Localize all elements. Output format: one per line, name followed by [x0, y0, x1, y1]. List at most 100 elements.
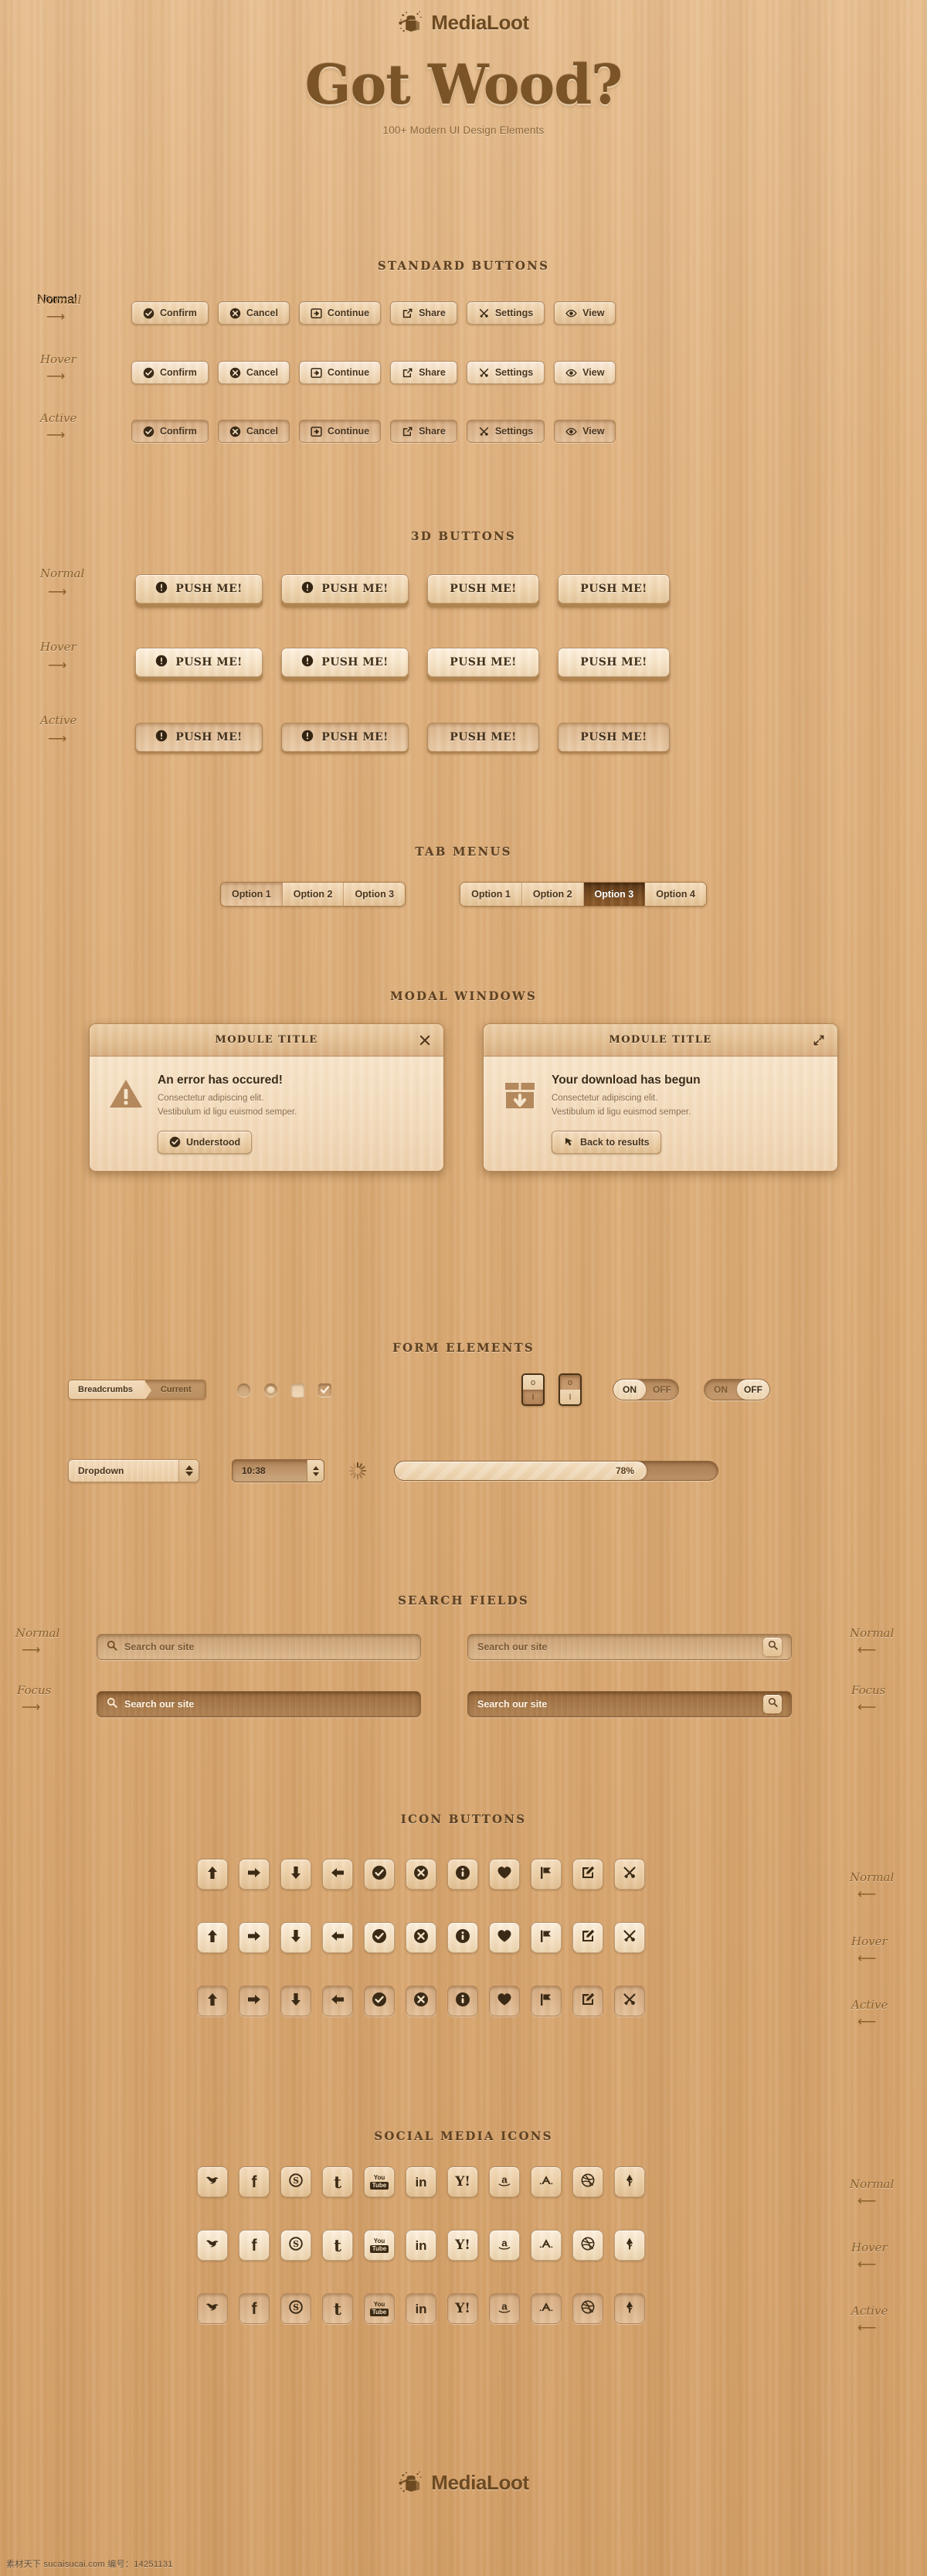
tumblr-icon-button-active[interactable]: t [322, 2293, 353, 2324]
linkedin-icon-button[interactable]: in [406, 2166, 436, 2197]
radio-unchecked[interactable] [236, 1383, 250, 1397]
rocker-switch-up[interactable]: o I [521, 1373, 545, 1406]
push-me-button-3-hover[interactable]: PUSH ME! [427, 648, 539, 677]
arrow-left-icon-button[interactable] [322, 1859, 353, 1890]
confirm-button-hover[interactable]: Confirm [131, 361, 209, 384]
appstore-icon-button[interactable] [531, 2166, 562, 2197]
cancel-button-hover[interactable]: Cancel [217, 361, 290, 384]
twitter-icon-button[interactable] [197, 2166, 228, 2197]
amazon-icon-button-active[interactable]: a [489, 2293, 520, 2324]
search-input-focus-with-button[interactable]: Search our site [467, 1691, 792, 1717]
push-me-button-1-hover[interactable]: PUSH ME! [135, 648, 263, 677]
tab-option-4[interactable]: Option 4 [645, 883, 706, 906]
push-me-button-1[interactable]: PUSH ME! [135, 574, 263, 604]
tools-cross-icon-button-active[interactable] [614, 1986, 645, 2016]
youtube-icon-button-active[interactable]: You Tube [364, 2293, 395, 2324]
arrow-right-icon-button-active[interactable] [239, 1986, 270, 2016]
share-button-hover[interactable]: Share [390, 361, 457, 384]
push-me-button-4-hover[interactable]: PUSH ME! [558, 648, 670, 677]
arrow-left-icon-button-active[interactable] [322, 1986, 353, 2016]
time-input[interactable]: 10:38 [232, 1459, 324, 1482]
info-circle-icon-button-hover[interactable] [447, 1922, 478, 1953]
tab-option-2[interactable]: Option 2 [522, 883, 584, 906]
arrow-up-icon-button[interactable] [197, 1859, 228, 1890]
check-circle-icon-button-active[interactable] [364, 1986, 395, 2016]
breadcrumb-item[interactable]: Breadcrumbs [69, 1380, 151, 1399]
skype-icon-button-active[interactable]: S [280, 2293, 311, 2324]
toggle-switch-off[interactable]: ON OFF [704, 1379, 770, 1400]
settings-button-active[interactable]: Settings [466, 420, 545, 443]
arrow-right-icon-button[interactable] [239, 1859, 270, 1890]
arrow-down-icon-button-hover[interactable] [280, 1922, 311, 1953]
check-circle-icon-button-hover[interactable] [364, 1922, 395, 1953]
push-me-button-1-active[interactable]: PUSH ME! [135, 723, 263, 752]
edit-pencil-icon-button-active[interactable] [572, 1986, 603, 2016]
arrow-left-icon-button-hover[interactable] [322, 1922, 353, 1953]
yahoo-icon-button[interactable]: Y! [447, 2166, 478, 2197]
push-me-button-2[interactable]: PUSH ME! [281, 574, 409, 604]
back-to-results-button[interactable]: Back to results [552, 1130, 661, 1154]
tab-option-3-selected[interactable]: Option 3 [584, 883, 646, 906]
confirm-button-active[interactable]: Confirm [131, 420, 209, 443]
dropdown-stepper-arrows[interactable] [178, 1460, 199, 1482]
facebook-icon-button[interactable]: f [239, 2166, 270, 2197]
edit-pencil-icon-button[interactable] [572, 1859, 603, 1890]
appstore-icon-button-hover[interactable] [531, 2230, 562, 2261]
push-me-button-4-active[interactable]: PUSH ME! [558, 723, 670, 752]
checkbox-checked[interactable] [317, 1383, 331, 1397]
confirm-button[interactable]: Confirm [131, 301, 209, 325]
search-submit-button[interactable] [763, 1695, 782, 1713]
edit-pencil-icon-button-hover[interactable] [572, 1922, 603, 1953]
tumblr-icon-button[interactable]: t [322, 2166, 353, 2197]
push-me-button-3-active[interactable]: PUSH ME! [427, 723, 539, 752]
info-circle-icon-button-active[interactable] [447, 1986, 478, 2016]
x-circle-icon-button-hover[interactable] [406, 1922, 436, 1953]
tab-option-1[interactable]: Option 1 [221, 883, 283, 906]
share-button-active[interactable]: Share [390, 420, 457, 443]
skype-icon-button[interactable]: S [280, 2166, 311, 2197]
yahoo-icon-button-hover[interactable]: Y! [447, 2230, 478, 2261]
cancel-button-active[interactable]: Cancel [217, 420, 290, 443]
tab-option-1[interactable]: Option 1 [460, 883, 522, 906]
dropdown-select[interactable]: Dropdown [68, 1459, 199, 1482]
forrst-icon-button-hover[interactable] [614, 2230, 645, 2261]
arrow-down-icon-button-active[interactable] [280, 1986, 311, 2016]
settings-button-hover[interactable]: Settings [466, 361, 545, 384]
header-logo[interactable]: MediaLoot [0, 0, 927, 36]
x-circle-icon-button[interactable] [406, 1859, 436, 1890]
search-submit-button[interactable] [763, 1638, 782, 1656]
continue-button[interactable]: Continue [298, 301, 382, 325]
facebook-icon-button-hover[interactable]: f [239, 2230, 270, 2261]
youtube-icon-button[interactable]: You Tube [364, 2166, 395, 2197]
rocker-switch-down[interactable]: o I [559, 1373, 582, 1406]
view-button[interactable]: View [554, 301, 616, 325]
yahoo-icon-button-active[interactable]: Y! [447, 2293, 478, 2324]
check-circle-icon-button[interactable] [364, 1859, 395, 1890]
push-me-button-4[interactable]: PUSH ME! [558, 574, 670, 604]
arrow-right-icon-button-hover[interactable] [239, 1922, 270, 1953]
flag-icon-button-hover[interactable] [531, 1922, 562, 1953]
appstore-icon-button-active[interactable] [531, 2293, 562, 2324]
dribbble-icon-button-hover[interactable] [572, 2230, 603, 2261]
dribbble-icon-button[interactable] [572, 2166, 603, 2197]
twitter-icon-button-active[interactable] [197, 2293, 228, 2324]
search-input-focus[interactable]: Search our site [97, 1691, 421, 1717]
tools-cross-icon-button-hover[interactable] [614, 1922, 645, 1953]
checkbox-unchecked[interactable] [290, 1383, 304, 1397]
amazon-icon-button-hover[interactable]: a [489, 2230, 520, 2261]
linkedin-icon-button-active[interactable]: in [406, 2293, 436, 2324]
push-me-button-2-active[interactable]: PUSH ME! [281, 723, 409, 752]
settings-button[interactable]: Settings [466, 301, 545, 325]
footer-logo[interactable]: MediaLoot [0, 2469, 927, 2496]
tumblr-icon-button-hover[interactable]: t [322, 2230, 353, 2261]
x-circle-icon-button-active[interactable] [406, 1986, 436, 2016]
forrst-icon-button[interactable] [614, 2166, 645, 2197]
close-x-icon[interactable] [419, 1034, 431, 1046]
continue-button-hover[interactable]: Continue [298, 361, 382, 384]
tab-option-2[interactable]: Option 2 [283, 883, 345, 906]
share-button[interactable]: Share [390, 301, 457, 325]
twitter-icon-button-hover[interactable] [197, 2230, 228, 2261]
toggle-switch-on[interactable]: ON OFF [613, 1379, 679, 1400]
search-input-normal-with-button[interactable]: Search our site [467, 1634, 792, 1660]
arrow-up-icon-button-active[interactable] [197, 1986, 228, 2016]
